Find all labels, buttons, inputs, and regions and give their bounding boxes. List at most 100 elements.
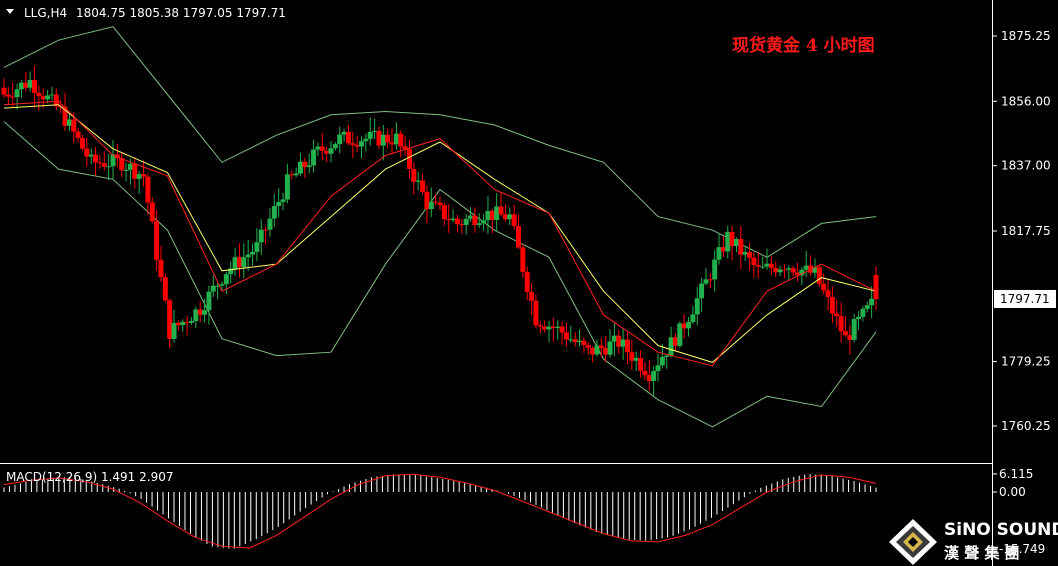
- price-tick-label: 1837.00: [1001, 159, 1051, 173]
- candle-body: [341, 131, 347, 135]
- price-axis: 1875.25 1856.00 1837.00 1817.75 1779.25 1760.…: [992, 29, 1056, 433]
- candle: [864, 301, 870, 313]
- candle: [446, 204, 452, 233]
- candle: [49, 86, 55, 101]
- candle-body: [620, 339, 626, 347]
- candle: [507, 207, 513, 225]
- candle: [18, 80, 24, 98]
- candle: [668, 326, 674, 358]
- candle: [808, 255, 814, 277]
- candle-body: [572, 339, 578, 343]
- candle: [167, 298, 173, 348]
- candle-body: [829, 296, 835, 314]
- candle-body: [232, 257, 238, 269]
- candle-body: [158, 259, 164, 278]
- candle-body: [306, 165, 312, 168]
- candle-body: [324, 150, 330, 154]
- candle: [202, 298, 208, 323]
- candle-body: [271, 206, 277, 219]
- candle: [768, 256, 774, 275]
- candle-body: [302, 161, 308, 168]
- candle-body: [594, 345, 600, 355]
- candle: [415, 171, 421, 191]
- candle: [324, 146, 330, 163]
- candle-body: [659, 356, 665, 366]
- candle: [494, 193, 500, 232]
- candle-body: [136, 174, 142, 179]
- candle: [777, 265, 783, 276]
- candle: [398, 130, 404, 158]
- candle: [533, 294, 539, 329]
- ma-slow-line: [3, 104, 877, 363]
- candle: [258, 219, 264, 256]
- candle: [280, 192, 286, 211]
- candle: [141, 160, 147, 187]
- candle-body: [398, 133, 404, 147]
- candle: [88, 148, 94, 165]
- candle: [206, 285, 212, 325]
- candle: [472, 207, 478, 233]
- candle-body: [123, 169, 129, 171]
- price-tick-label: 1817.75: [1001, 224, 1051, 238]
- candle: [703, 268, 709, 286]
- candle-body: [489, 210, 495, 220]
- candle: [459, 219, 465, 234]
- candle: [694, 286, 700, 326]
- candle-body: [450, 218, 456, 221]
- candle-body: [202, 310, 208, 315]
- candle-body: [328, 148, 334, 154]
- candle-body: [838, 315, 844, 332]
- candle-body: [337, 134, 343, 145]
- candle-body: [49, 94, 55, 96]
- candle: [345, 124, 351, 146]
- candle-body: [747, 251, 753, 258]
- candle-body: [546, 326, 552, 330]
- candle: [821, 273, 827, 295]
- moving-averages: [3, 100, 877, 367]
- candle-body: [180, 321, 186, 326]
- candle: [228, 261, 234, 284]
- candle-body: [825, 290, 831, 297]
- candle-body: [616, 335, 622, 347]
- candle: [781, 264, 787, 279]
- candle-body: [476, 223, 482, 226]
- candle-body: [71, 119, 77, 132]
- candle: [350, 131, 356, 159]
- candle: [454, 214, 460, 233]
- candle-body: [537, 325, 543, 327]
- candle: [873, 266, 879, 310]
- candle-body: [437, 202, 443, 206]
- dropdown-triangle-icon[interactable]: [6, 9, 14, 14]
- candle: [590, 346, 596, 363]
- candle: [616, 329, 622, 354]
- candle: [498, 192, 504, 217]
- candle: [795, 262, 801, 282]
- candle-body: [411, 168, 417, 182]
- candle-body: [380, 134, 386, 146]
- candle-body: [79, 137, 85, 149]
- current-price-label: 1797.71: [1000, 292, 1050, 306]
- candle-body: [367, 132, 373, 139]
- trading-chart[interactable]: 1875.25 1856.00 1837.00 1817.75 1779.25 1760.…: [0, 0, 1058, 566]
- candle-body: [786, 268, 792, 270]
- candle: [838, 302, 844, 343]
- candle: [267, 208, 273, 237]
- candle-body: [542, 326, 548, 330]
- candle: [184, 316, 190, 336]
- candle-body: [75, 131, 81, 138]
- candle-body: [32, 79, 38, 93]
- candle: [712, 250, 718, 292]
- candle-body: [764, 263, 770, 267]
- candle-body: [27, 79, 33, 88]
- candle-body: [5, 94, 11, 97]
- candle-body: [18, 82, 24, 90]
- candle: [829, 286, 835, 324]
- candle-body: [97, 162, 103, 164]
- candle: [75, 127, 81, 143]
- candle-body: [860, 308, 866, 317]
- candle: [406, 139, 412, 179]
- price-tick-label: 1760.25: [1001, 419, 1051, 433]
- macd-histogram: [3, 474, 877, 549]
- candle-body: [415, 180, 421, 182]
- candle-body: [254, 242, 260, 252]
